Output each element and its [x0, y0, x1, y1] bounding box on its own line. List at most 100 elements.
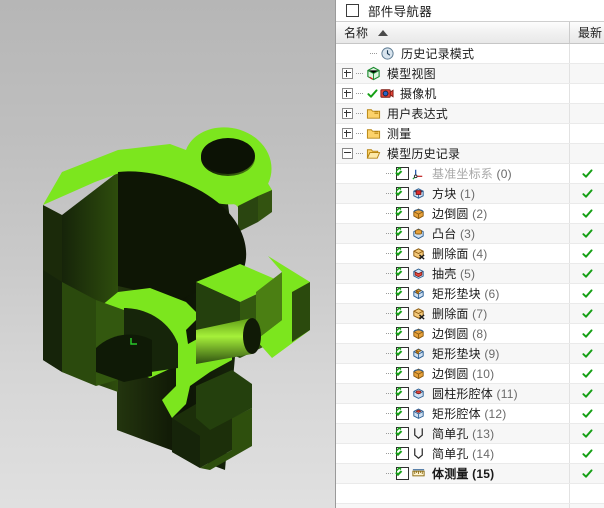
table-row[interactable]: 用户表达式 [336, 104, 604, 124]
latest-check-icon [581, 248, 593, 258]
tree-item-name-cell[interactable]: 用户表达式 [336, 104, 570, 123]
table-row-empty[interactable] [336, 504, 604, 508]
table-row[interactable]: 边倒圆 (2) [336, 204, 604, 224]
tree-item-name-cell[interactable]: 凸台 (3) [336, 224, 570, 243]
tree-item-checkbox[interactable] [396, 367, 409, 380]
tree-item-checkbox[interactable] [396, 427, 409, 440]
tree-item-checkbox[interactable] [396, 287, 409, 300]
tree-item-label: 基准坐标系 (0) [432, 167, 512, 181]
table-row[interactable]: 体测量 (15) [336, 464, 604, 484]
tree-item-name-cell[interactable]: 删除面 (4) [336, 244, 570, 263]
table-row[interactable]: 摄像机 [336, 84, 604, 104]
tree-item-checkbox[interactable] [396, 187, 409, 200]
tree-item-label: 体测量 (15) [432, 467, 495, 481]
tree-item-checkbox[interactable] [396, 407, 409, 420]
tree-rows-container[interactable]: 历史记录模式 模型视图 摄像机 用户表达式 测量模型历史记录基准坐标系 (0) 方块 (1… [336, 44, 604, 508]
tree-connector [386, 473, 394, 474]
tree-item-name-cell[interactable]: 删除面 (7) [336, 304, 570, 323]
table-row[interactable]: 删除面 (4) [336, 244, 604, 264]
expand-icon[interactable] [342, 128, 353, 139]
tree-item-index: (15) [472, 467, 495, 481]
tree-item-name-cell[interactable]: 矩形垫块 (6) [336, 284, 570, 303]
table-row[interactable]: 删除面 (7) [336, 304, 604, 324]
tree-item-checkbox[interactable] [396, 347, 409, 360]
rect-pad-icon [413, 348, 424, 360]
latest-check-icon [581, 208, 593, 218]
tree-item-checkbox[interactable] [396, 327, 409, 340]
tree-header: 名称 最新 [336, 21, 604, 44]
tree-item-name-cell[interactable]: 矩形垫块 (9) [336, 344, 570, 363]
table-row[interactable]: 方块 (1) [336, 184, 604, 204]
tree-item-name-cell[interactable]: 边倒圆 (8) [336, 324, 570, 343]
expand-icon[interactable] [342, 88, 353, 99]
expand-icon[interactable] [342, 68, 353, 79]
column-header-latest[interactable]: 最新 [570, 22, 604, 43]
latest-check-icon [581, 368, 593, 378]
table-row[interactable]: 矩形垫块 (9) [336, 344, 604, 364]
tree-item-name-cell[interactable]: 模型历史记录 [336, 144, 570, 163]
tree-item-latest-cell [570, 104, 604, 123]
table-row[interactable]: 凸台 (3) [336, 224, 604, 244]
tree-item-name-cell[interactable]: 简单孔 (14) [336, 444, 570, 463]
tree-item-checkbox[interactable] [396, 167, 409, 180]
model-view-icon [367, 66, 380, 81]
tree-item-name-cell[interactable]: 边倒圆 (10) [336, 364, 570, 383]
tree-item-name-cell[interactable]: 基准坐标系 (0) [336, 164, 570, 183]
collapse-icon[interactable] [342, 148, 353, 159]
table-row[interactable]: 模型视图 [336, 64, 604, 84]
tree-item-label: 模型历史记录 [387, 147, 461, 161]
simple-hole-icon [414, 448, 423, 459]
tree-item-name-cell[interactable]: 圆柱形腔体 (11) [336, 384, 570, 403]
tree-item-checkbox[interactable] [396, 267, 409, 280]
table-row[interactable]: 简单孔 (14) [336, 444, 604, 464]
tree-connector [386, 173, 394, 174]
column-header-name[interactable]: 名称 [336, 22, 570, 43]
tree-item-index: (8) [472, 327, 488, 341]
latest-check-icon [581, 408, 593, 418]
panel-title-checkbox[interactable] [346, 4, 359, 17]
folder-icon [366, 129, 381, 139]
tree-item-name-cell[interactable]: 边倒圆 (2) [336, 204, 570, 223]
tree-item-checkbox[interactable] [396, 227, 409, 240]
table-row[interactable]: 边倒圆 (10) [336, 364, 604, 384]
part-navigator-panel: 部件导航器 名称 最新 历史记录模式 模型视图 摄像机 用户表达式 测量 模型历史记录 基准… [336, 0, 604, 508]
tree-item-checkbox[interactable] [396, 447, 409, 460]
tree-item-name-cell[interactable]: 简单孔 (13) [336, 424, 570, 443]
expand-icon[interactable] [342, 108, 353, 119]
edge-blend-icon [413, 208, 424, 220]
table-row[interactable]: 抽壳 (5) [336, 264, 604, 284]
tree-item-name-cell[interactable]: 历史记录模式 [336, 44, 570, 63]
tree-item-checkbox[interactable] [396, 207, 409, 220]
tree-connector [386, 353, 394, 354]
table-row[interactable]: 圆柱形腔体 (11) [336, 384, 604, 404]
table-row[interactable]: 边倒圆 (8) [336, 324, 604, 344]
tree-item-name-cell[interactable]: 测量 [336, 124, 570, 143]
tree-item-latest-cell [570, 124, 604, 143]
tree-item-checkbox[interactable] [396, 307, 409, 320]
table-row[interactable]: 测量 [336, 124, 604, 144]
tree-item-checkbox[interactable] [396, 467, 409, 480]
tree-item-name-cell[interactable]: 抽壳 (5) [336, 264, 570, 283]
table-row[interactable]: 模型历史记录 [336, 144, 604, 164]
table-row[interactable]: 矩形腔体 (12) [336, 404, 604, 424]
tree-item-name-cell[interactable]: 矩形腔体 (12) [336, 404, 570, 423]
tree-connector [386, 213, 394, 214]
table-row[interactable]: 基准坐标系 (0) [336, 164, 604, 184]
tree-item-checkbox[interactable] [396, 387, 409, 400]
tree-item-label: 简单孔 (13) [432, 427, 495, 441]
simple-hole-icon [414, 428, 423, 439]
rect-pad-icon [413, 288, 424, 300]
tree-item-latest-cell [570, 284, 604, 303]
tree-connector [386, 273, 394, 274]
edge-blend-icon [413, 328, 424, 340]
tree-item-checkbox[interactable] [396, 247, 409, 260]
tree-item-name-cell[interactable]: 模型视图 [336, 64, 570, 83]
table-row[interactable]: 简单孔 (13) [336, 424, 604, 444]
tree-item-name-cell[interactable]: 方块 (1) [336, 184, 570, 203]
table-row-empty[interactable] [336, 484, 604, 504]
table-row[interactable]: 矩形垫块 (6) [336, 284, 604, 304]
table-row[interactable]: 历史记录模式 [336, 44, 604, 64]
3d-viewport[interactable] [0, 0, 336, 508]
tree-item-name-cell[interactable]: 体测量 (15) [336, 464, 570, 483]
tree-item-name-cell[interactable]: 摄像机 [336, 84, 570, 103]
